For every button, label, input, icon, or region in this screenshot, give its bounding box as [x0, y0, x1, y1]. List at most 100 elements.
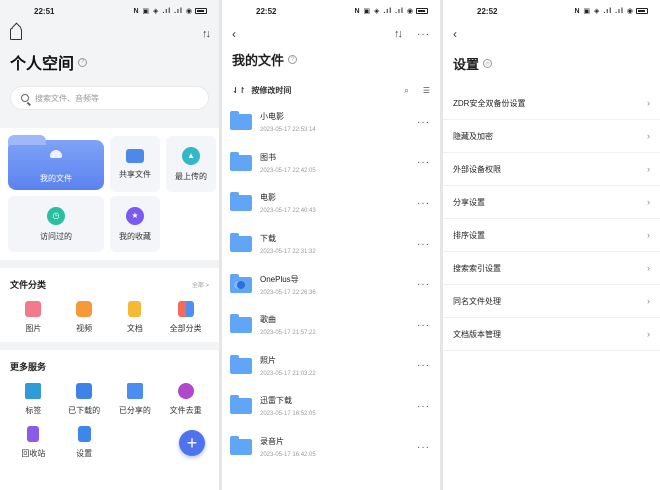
setting-duplicate-name[interactable]: 同名文件处理 ›: [443, 285, 660, 318]
service-settings[interactable]: 设置: [59, 426, 110, 459]
list-item[interactable]: 歌曲 2023-05-17 21:57:22 ···: [222, 305, 440, 346]
more-icon[interactable]: ···: [417, 28, 430, 40]
more-icon[interactable]: ···: [417, 157, 430, 168]
setting-external-device[interactable]: 外部设备权限 ›: [443, 153, 660, 186]
service-recycle-bin[interactable]: 回收站: [8, 426, 59, 459]
category-images[interactable]: 图片: [8, 301, 59, 334]
sort-selector[interactable]: ⇃↾ 按修改时间: [232, 85, 291, 96]
chevron-right-icon: ›: [647, 164, 650, 174]
categories-more-link[interactable]: 全部 >: [192, 280, 209, 289]
service-tags[interactable]: 标签: [8, 383, 59, 416]
more-icon[interactable]: ···: [417, 442, 430, 453]
tag-icon: [25, 383, 42, 399]
setting-sort[interactable]: 排序设置 ›: [443, 219, 660, 252]
shared-folder-icon: [126, 383, 143, 399]
chevron-right-icon: ›: [647, 296, 650, 306]
service-dedupe[interactable]: 文件去重: [160, 383, 211, 416]
personal-space-screen: 22:51 N ▣ ◈ .ıl .ıl ◉ ↑↓ 个人空间 ? 搜索文件、音频等…: [0, 0, 219, 490]
file-categories-panel: 文件分类 全部 > 图片 视频 文档 全部分类: [0, 268, 219, 342]
sort-order-icon: ⇃↾: [232, 86, 246, 95]
chevron-right-icon: ›: [647, 263, 650, 273]
list-item[interactable]: 照片 2023-05-17 21:03:22 ···: [222, 346, 440, 387]
settings-screen: 22:52 N ▣ ◈ .ıl .ıl ◉ ‹ 设置 ◷ ZDR安全双备份设置 ›…: [443, 0, 660, 490]
search-input[interactable]: 搜索文件、音频等: [10, 86, 209, 110]
setting-hide-encrypt[interactable]: 隐藏及加密 ›: [443, 120, 660, 153]
status-time: 22:52: [477, 6, 498, 16]
help-icon[interactable]: ?: [78, 57, 88, 67]
setting-search-index[interactable]: 搜索索引设置 ›: [443, 252, 660, 285]
setting-share[interactable]: 分享设置 ›: [443, 186, 660, 219]
chevron-right-icon: ›: [647, 329, 650, 339]
list-item[interactable]: OnePlus导 2023-05-17 22:26:36 ···: [222, 264, 440, 305]
setting-zdr-backup[interactable]: ZDR安全双备份设置 ›: [443, 87, 660, 120]
back-icon[interactable]: ‹: [232, 27, 236, 41]
list-item[interactable]: 电影 2023-05-17 22:40:43 ···: [222, 183, 440, 224]
favorites-tile[interactable]: ★ 我的收藏: [110, 196, 160, 252]
list-item[interactable]: 小电影 2023-05-17 22:53:14 ···: [222, 102, 440, 143]
cloud-upload-icon: ▲: [182, 146, 200, 165]
search-placeholder: 搜索文件、音频等: [35, 93, 99, 103]
sort-bar: ⇃↾ 按修改时间 ⌕ ☰: [222, 73, 440, 102]
my-files-screen: 22:52 N ▣ ◈ .ıl .ıl ◉ ‹ ↑↓ ··· 我的文件 ? ⇃↾…: [222, 0, 440, 490]
list-item[interactable]: 迅雷下载 2023-05-17 16:52:05 ···: [222, 386, 440, 427]
services-title: 更多服务: [10, 362, 47, 372]
add-button[interactable]: +: [179, 430, 205, 456]
help-icon[interactable]: ?: [288, 55, 298, 64]
recent-upload-tile[interactable]: ▲ 最上传的: [166, 136, 216, 192]
status-bar: 22:51 N ▣ ◈ .ıl .ıl ◉: [0, 0, 219, 22]
page-title: 个人空间 ?: [0, 46, 219, 78]
service-shared[interactable]: 已分享的: [110, 383, 161, 416]
more-icon[interactable]: ···: [417, 320, 430, 331]
app-folder-icon: [230, 273, 252, 293]
status-time: 22:52: [256, 6, 277, 16]
settings-file-icon: [77, 426, 91, 442]
folder-icon: [230, 354, 252, 374]
status-time: 22:51: [34, 6, 55, 16]
status-bar: 22:52 N ▣ ◈ .ıl .ıl ◉: [222, 0, 440, 22]
shared-files-tile[interactable]: 共享文件: [110, 136, 160, 192]
quick-access-panel: 我的文件 共享文件 ▲ 最上传的 ◷ 访问过的 ★ 我的收藏: [0, 128, 219, 260]
category-all[interactable]: 全部分类: [160, 301, 211, 334]
category-documents[interactable]: 文档: [110, 301, 161, 334]
more-icon[interactable]: ···: [417, 401, 430, 412]
shared-folder-icon: [126, 148, 144, 163]
folder-icon: [230, 395, 252, 415]
image-icon: [25, 301, 42, 317]
more-icon[interactable]: ···: [417, 117, 430, 128]
list-view-icon[interactable]: ☰: [423, 86, 430, 96]
search-icon: [21, 94, 29, 102]
document-icon: [128, 301, 142, 317]
list-item[interactable]: 录音片 2023-05-17 16:42:05 ···: [222, 427, 440, 468]
my-files-folder[interactable]: 我的文件: [8, 135, 104, 190]
status-icons: N ▣ ◈ .ıl .ıl ◉: [574, 7, 648, 15]
cloud-icon: [50, 150, 62, 158]
status-bar: 22:52 N ▣ ◈ .ıl .ıl ◉: [443, 0, 660, 22]
settings-list: ZDR安全双备份设置 › 隐藏及加密 › 外部设备权限 › 分享设置 › 排序设置 › 搜…: [443, 87, 660, 351]
chevron-right-icon: ›: [647, 98, 650, 108]
chevron-right-icon: ›: [647, 230, 650, 240]
more-icon[interactable]: ···: [417, 198, 430, 209]
list-item[interactable]: 下载 2023-05-17 22:31:32 ···: [222, 224, 440, 265]
folder-icon: [230, 151, 252, 171]
status-icons: N ▣ ◈ .ıl .ıl ◉: [133, 7, 207, 15]
home-icon[interactable]: [10, 28, 22, 40]
sort-icon[interactable]: ↑↓: [202, 28, 211, 40]
sort-icon[interactable]: ↑↓: [394, 28, 403, 40]
back-icon[interactable]: ‹: [453, 27, 457, 41]
search-icon[interactable]: ⌕: [404, 86, 408, 96]
recent-visited-tile[interactable]: ◷ 访问过的: [8, 196, 104, 252]
folder-icon: [230, 233, 252, 253]
categories-title: 文件分类: [10, 280, 47, 290]
list-item[interactable]: 图书 2023-05-17 22:42:05 ···: [222, 143, 440, 184]
folder-icon: [230, 192, 252, 212]
folder-icon: [230, 314, 252, 334]
service-downloaded[interactable]: 已下载的: [59, 383, 110, 416]
more-icon[interactable]: ···: [417, 279, 430, 290]
setting-doc-version[interactable]: 文档版本管理 ›: [443, 318, 660, 351]
status-icons: N ▣ ◈ .ıl .ıl ◉: [354, 7, 428, 15]
more-icon[interactable]: ···: [417, 239, 430, 250]
more-icon[interactable]: ···: [417, 360, 430, 371]
category-videos[interactable]: 视频: [59, 301, 110, 334]
folder-icon: [230, 111, 252, 131]
folder-icon: [230, 436, 252, 456]
